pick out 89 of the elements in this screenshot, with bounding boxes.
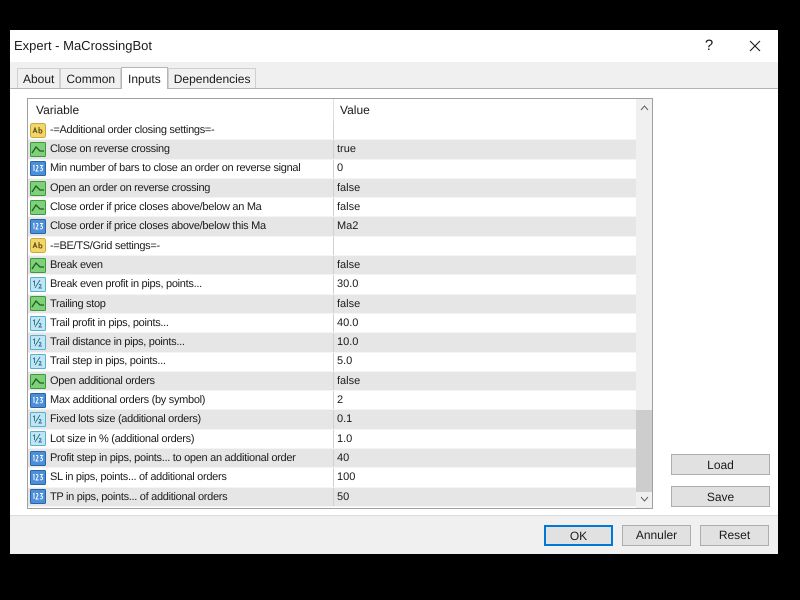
numeric-type-icon [30, 161, 46, 176]
variable-value: false [336, 374, 360, 389]
variable-name: Lot size in % (additional orders) [50, 432, 194, 447]
dialog-button[interactable]: Reset [700, 524, 769, 546]
tab[interactable]: About [17, 68, 60, 88]
tab[interactable]: Dependencies [168, 68, 256, 88]
variable-value: 0 [336, 161, 344, 176]
scroll-up-icon[interactable] [640, 105, 648, 111]
variable-name: Profit step in pips, points... to open an additional order [50, 450, 296, 466]
table-row[interactable]: Trail profit in pips, points... 40.0 [28, 314, 636, 334]
variable-value: 100 [336, 470, 356, 486]
table-row[interactable]: Break even profit in pips, points... 30.0 [28, 275, 636, 295]
table-row[interactable]: Trail step in pips, points... 5.0 [28, 352, 636, 372]
side-button[interactable]: Save [671, 486, 770, 507]
numeric-type-icon [30, 489, 46, 504]
variable-value: false [336, 258, 360, 273]
window-title: Expert - MaCrossingBot [14, 37, 153, 56]
variable-value: 40.0 [336, 316, 358, 331]
variable-name: TP in pips, points... of additional orders [50, 490, 228, 505]
table-row[interactable]: Close order if price closes above/below an Ma false [28, 198, 636, 218]
variable-name: -=BE/TS/Grid settings=- [50, 238, 160, 254]
text-type-icon [30, 238, 46, 254]
variable-name: Trailing stop [50, 296, 106, 312]
fraction-type-icon [30, 431, 46, 446]
variable-value: 40 [336, 450, 350, 466]
table-row[interactable]: Fixed lots size (additional orders) 0.1 [28, 410, 636, 430]
numeric-type-icon [30, 219, 46, 234]
fraction-type-icon [30, 277, 46, 292]
variable-name: Trail distance in pips, points... [50, 335, 185, 350]
dialog-button[interactable]: OK [544, 524, 613, 546]
variable-name: SL in pips, points... of additional orders [50, 470, 227, 486]
variable-value: 5.0 [336, 354, 352, 370]
variable-value: 50 [336, 490, 350, 505]
variable-name: Min number of bars to close an order on reverse signal [50, 161, 300, 176]
variable-value: true [336, 142, 356, 158]
table-row[interactable]: TP in pips, points... of additional orders 50 [28, 488, 636, 507]
table-row[interactable]: -=Additional order closing settings=- [28, 121, 636, 140]
variable-name: Close order if price closes above/below this Ma [50, 219, 266, 234]
table-row[interactable]: Lot size in % (additional orders) 1.0 [28, 430, 636, 450]
fraction-type-icon [30, 316, 46, 331]
variable-name: Open an order on reverse crossing [50, 180, 210, 196]
table-row[interactable]: Close on reverse crossing true [28, 140, 636, 160]
table-row[interactable]: Break even false [28, 256, 636, 276]
variable-value: 1.0 [336, 432, 352, 447]
variable-name: Fixed lots size (additional orders) [50, 412, 201, 428]
numeric-type-icon [30, 392, 46, 408]
scrollbar-thumb[interactable] [636, 410, 652, 492]
fraction-type-icon [30, 354, 46, 370]
variable-name: Max additional orders (by symbol) [50, 393, 206, 408]
text-type-icon [30, 122, 46, 138]
table-row[interactable]: Open an order on reverse crossing false [28, 178, 636, 198]
fraction-type-icon [30, 334, 46, 350]
variable-name: Trail step in pips, points... [50, 354, 166, 370]
variable-value: 10.0 [336, 335, 358, 350]
table-row[interactable]: Close order if price closes above/below this Ma Ma2 [28, 217, 636, 237]
variable-value: 2 [336, 393, 344, 408]
side-button[interactable]: Load [671, 454, 770, 475]
tab[interactable]: Common [60, 68, 122, 88]
table-row[interactable]: Trailing stop false [28, 294, 636, 314]
variable-value: 0.1 [336, 412, 352, 428]
table-row[interactable]: -=BE/TS/Grid settings=- [28, 236, 636, 256]
variable-name: Break even [50, 258, 103, 273]
close-icon [749, 40, 761, 52]
variable-name: Open additional orders [50, 374, 155, 389]
variable-name: Trail profit in pips, points... [50, 316, 169, 331]
table-row[interactable]: Open additional orders false [28, 372, 636, 392]
variable-name: Close on reverse crossing [50, 142, 170, 158]
table-row[interactable]: Trail distance in pips, points... 10.0 [28, 333, 636, 353]
variable-value: false [336, 200, 360, 216]
scroll-down-icon[interactable] [640, 496, 648, 502]
table-row[interactable]: Max additional orders (by symbol) 2 [28, 391, 636, 410]
scrollbar[interactable] [636, 99, 652, 508]
variable-value: false [336, 180, 360, 196]
numeric-type-icon [30, 450, 46, 466]
table-row[interactable]: Profit step in pips, points... to open an additional order 40 [28, 449, 636, 468]
variable-value: false [336, 296, 360, 312]
variable-name: Close order if price closes above/below an Ma [50, 200, 262, 216]
variable-name: Break even profit in pips, points... [50, 277, 202, 292]
variable-value: Ma2 [336, 219, 358, 234]
table-row[interactable]: SL in pips, points... of additional orders 100 [28, 468, 636, 488]
variable-name: -=Additional order closing settings=- [50, 122, 214, 138]
variable-value: 30.0 [336, 277, 358, 292]
table-row[interactable]: Min number of bars to close an order on reverse signal 0 [28, 160, 636, 179]
column-header[interactable]: Value [334, 99, 370, 121]
tab[interactable]: Inputs [121, 67, 168, 89]
fraction-type-icon [30, 412, 46, 428]
numeric-type-icon [30, 470, 46, 485]
dialog-button[interactable]: Annuler [622, 524, 691, 546]
help-button[interactable]: ? [686, 30, 732, 62]
